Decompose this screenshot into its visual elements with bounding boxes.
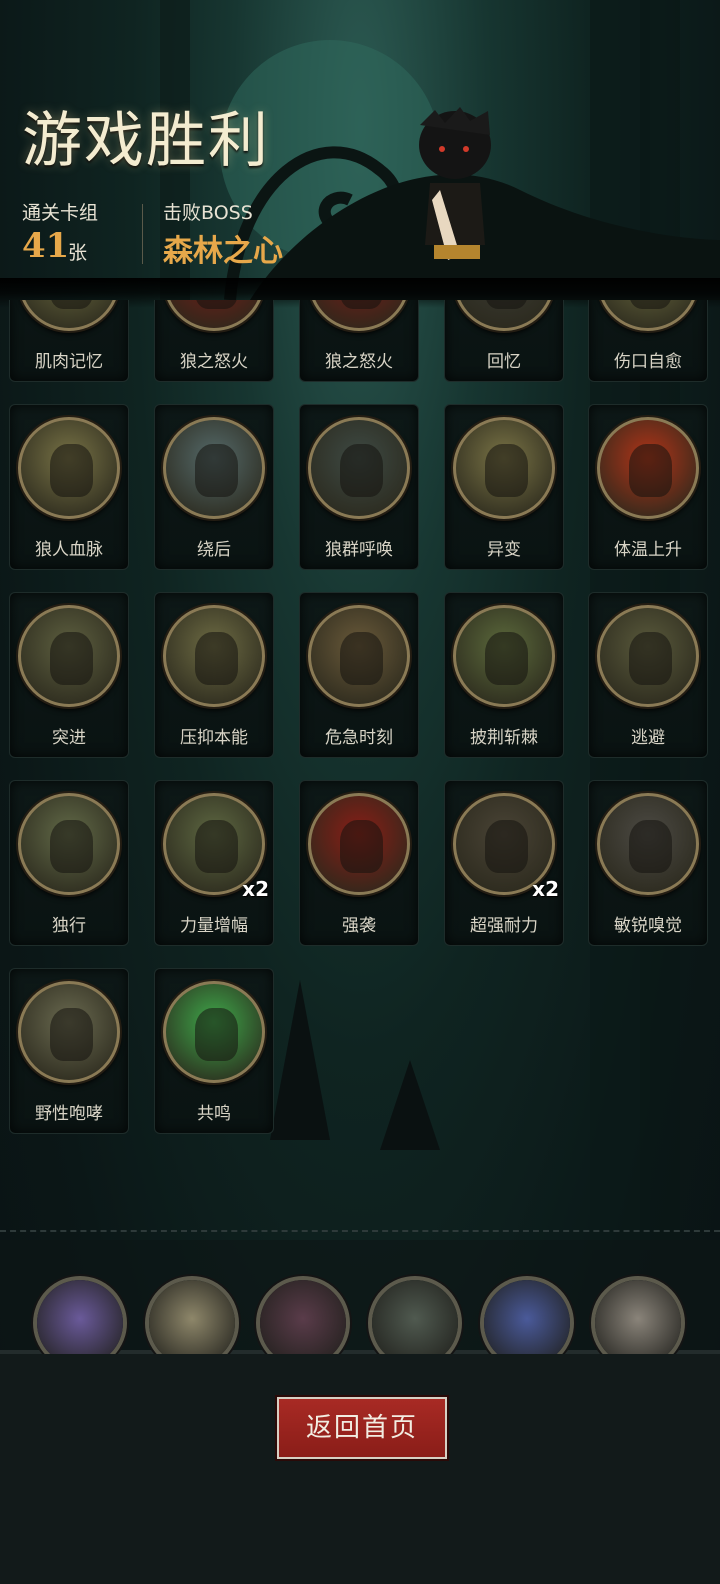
section-divider [0,1230,720,1232]
card-item[interactable]: 野性咆哮 [9,968,129,1134]
victory-header: 游戏胜利 通关卡组 41 张 击败BOSS 森林之心 [0,0,720,300]
wolf-rage-icon [308,300,410,331]
resonance-icon [163,981,265,1083]
card-item[interactable]: 压抑本能 [154,592,274,758]
card-name: 狼之怒火 [325,352,393,372]
boss-label: 击败BOSS [163,202,253,224]
card-name: 敏锐嗅觉 [614,916,682,936]
card-item[interactable]: 伤口自愈 [588,300,708,382]
card-name: 逃避 [631,728,665,748]
card-name: 绕后 [197,540,231,560]
suppress-instinct-icon [163,605,265,707]
critical-moment-icon [308,605,410,707]
stats-divider [142,204,143,264]
card-count-badge: x2 [532,877,559,901]
card-name: 异变 [487,540,521,560]
return-home-button[interactable]: 返回首页 [275,1395,449,1461]
card-name: 超强耐力 [470,916,538,936]
charge-icon [18,605,120,707]
card-item[interactable]: 超强耐力 x2 [444,780,564,946]
recall-icon [453,300,555,331]
card-name: 狼之怒火 [180,352,248,372]
cards-unit: 张 [68,242,88,264]
card-name: 野性咆哮 [35,1104,103,1124]
pack-call-icon [308,417,410,519]
card-name: 独行 [52,916,86,936]
card-name: 肌肉记忆 [35,352,103,372]
card-name: 强袭 [342,916,376,936]
blaze-trail-icon [453,605,555,707]
keen-smell-icon [597,793,699,895]
wound-heal-icon [597,300,699,331]
mutation-icon [453,417,555,519]
card-item[interactable]: 绕后 [154,404,274,570]
card-name: 伤口自愈 [614,352,682,372]
card-item[interactable]: 回忆 [444,300,564,382]
body-heat-icon [597,417,699,519]
werewolf-blood-icon [18,417,120,519]
boss-name: 森林之心 [163,234,283,269]
card-name: 狼人血脉 [35,540,103,560]
card-item[interactable]: 强袭 [299,780,419,946]
card-name: 回忆 [487,352,521,372]
card-item[interactable]: 危急时刻 [299,592,419,758]
footer-area [0,1354,720,1584]
lone-walk-icon [18,793,120,895]
card-name: 共鸣 [197,1104,231,1124]
page-title: 游戏胜利 [22,106,270,176]
escape-icon [597,605,699,707]
card-item[interactable]: 狼之怒火 [299,300,419,382]
card-grid: 肌肉记忆 狼之怒火 狼之怒火 回忆 伤口自愈狼人血脉 绕后 狼群呼唤 异变 体温上升突进 压抑本能… [0,300,720,1180]
card-item[interactable]: 逃避 [588,592,708,758]
card-item[interactable]: 狼群呼唤 [299,404,419,570]
character-portrait [419,107,491,260]
card-count-badge: x2 [242,877,269,901]
wolf-rage-icon [163,300,265,331]
card-name: 压抑本能 [180,728,248,748]
wild-roar-icon [18,981,120,1083]
card-item[interactable]: 披荆斩棘 [444,592,564,758]
card-item[interactable]: 狼之怒火 [154,300,274,382]
card-item[interactable]: 独行 [9,780,129,946]
card-item[interactable]: 敏锐嗅觉 [588,780,708,946]
card-item[interactable]: 肌肉记忆 [9,300,129,382]
card-item[interactable]: 狼人血脉 [9,404,129,570]
card-name: 狼群呼唤 [325,540,393,560]
muscle-memory-icon [18,300,120,331]
card-name: 体温上升 [614,540,682,560]
card-item[interactable]: 突进 [9,592,129,758]
card-item[interactable]: 共鸣 [154,968,274,1134]
cards-count: 41 [22,226,70,266]
card-name: 危急时刻 [325,728,393,748]
cards-label: 通关卡组 [22,202,99,224]
card-name: 披荆斩棘 [470,728,538,748]
assault-icon [308,793,410,895]
card-name: 力量增幅 [180,916,248,936]
card-item[interactable]: 体温上升 [588,404,708,570]
card-item[interactable]: 力量增幅 x2 [154,780,274,946]
card-name: 突进 [52,728,86,748]
card-item[interactable]: 异变 [444,404,564,570]
flank-icon [163,417,265,519]
